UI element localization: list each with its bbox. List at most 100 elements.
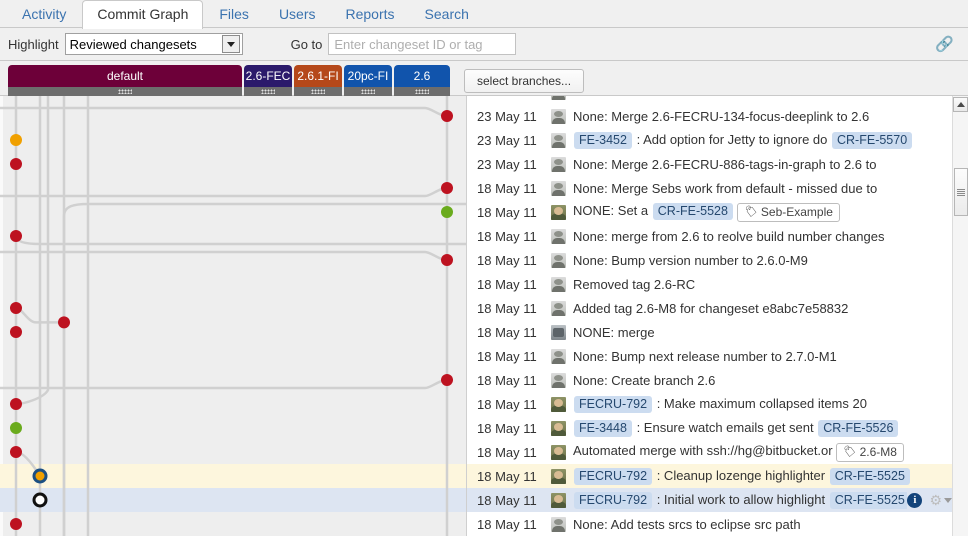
commit-message-text: Automated merge with ssh://hg@bitbucket.… [573,443,833,458]
avatar [551,421,566,436]
branch-tab-2-6-1-fi[interactable]: 2.6.1-FI [294,65,342,96]
graph-node[interactable] [36,472,45,481]
graph-canvas [0,96,466,536]
commit-message-text: Added tag 2.6-M8 for changeset e8abc7e58… [573,301,848,316]
graph-node[interactable] [441,182,453,194]
graph-node[interactable] [10,518,22,530]
table-row[interactable]: 18 May 11Added tag 2.6-M8 for changeset … [467,296,968,320]
commit-message: None: Bump next release number to 2.7.0-… [573,349,837,364]
commit-graph-content: 23 May 11None: Merge 2.6-FECRU-134-focus… [0,96,968,536]
graph-node[interactable] [36,496,45,505]
info-icon[interactable]: i [907,493,922,508]
avatar [551,445,566,460]
nav-tab-users[interactable]: Users [265,1,330,28]
branch-resize-handle[interactable] [344,87,392,96]
commit-message-text: None: Create branch 2.6 [573,373,715,388]
issue-lozenge[interactable]: FE-3452 [574,132,632,149]
table-row[interactable]: 18 May 11None: Bump version number to 2.… [467,248,968,272]
nav-tab-commit-graph[interactable]: Commit Graph [82,0,203,29]
main-navbar: ActivityCommit GraphFilesUsersReportsSea… [0,0,968,28]
nav-tab-reports[interactable]: Reports [332,1,409,28]
branch-tab-default[interactable]: default [8,65,242,96]
table-row[interactable] [467,96,968,104]
nav-tab-files[interactable]: Files [205,1,263,28]
table-row[interactable]: 23 May 11None: Merge 2.6-FECRU-886-tags-… [467,152,968,176]
graph-node[interactable] [10,302,22,314]
scroll-up-arrow[interactable] [953,97,968,112]
highlight-select[interactable]: Reviewed changesets [65,33,243,55]
table-row[interactable]: 18 May 11None: Bump next release number … [467,344,968,368]
graph-node[interactable] [441,110,453,122]
review-lozenge[interactable]: CR-FE-5528 [653,203,733,220]
vertical-scrollbar[interactable] [952,96,968,536]
commit-date: 18 May 11 [477,397,551,412]
chevron-down-icon[interactable] [944,498,952,503]
goto-changeset-input[interactable] [328,33,516,55]
graph-node[interactable] [10,422,22,434]
graph-node[interactable] [10,230,22,242]
graph-node[interactable] [441,206,453,218]
table-row[interactable]: 23 May 11FE-3452 : Add option for Jetty … [467,128,968,152]
table-row[interactable]: 18 May 11NONE: Set a CR-FE-5528🏷Seb-Exam… [467,200,968,224]
branch-resize-handle[interactable] [394,87,450,96]
gear-icon[interactable]: ⚙ [929,493,942,507]
graph-node[interactable] [10,158,22,170]
tag-pill[interactable]: 🏷Seb-Example [737,203,840,222]
commit-graph-page: ActivityCommit GraphFilesUsersReportsSea… [0,0,968,536]
issue-lozenge[interactable]: FE-3448 [574,420,632,437]
table-row[interactable]: 18 May 11None: merge from 2.6 to reolve … [467,224,968,248]
graph-node[interactable] [58,316,70,328]
review-lozenge[interactable]: CR-FE-5525 [830,468,910,485]
branch-tab-2-6[interactable]: 2.6 [394,65,450,96]
table-row[interactable]: 18 May 11Removed tag 2.6-RC [467,272,968,296]
issue-lozenge[interactable]: FECRU-792 [574,468,652,485]
nav-tab-search[interactable]: Search [411,1,483,28]
commit-date: 18 May 11 [477,493,551,508]
settings-menu-button[interactable]: ⚙ [929,493,952,507]
commit-message: None: Add tests srcs to eclipse src path [573,517,801,532]
commit-date: 18 May 11 [477,517,551,532]
link-icon[interactable]: 🔗 [935,35,954,53]
avatar [551,469,566,484]
commit-message-text: : Add option for Jetty to ignore do [637,132,828,147]
table-row[interactable]: 18 May 11None: Create branch 2.6 [467,368,968,392]
commit-date: 18 May 11 [477,253,551,268]
select-branches-button[interactable]: select branches... [464,69,584,93]
nav-tab-activity[interactable]: Activity [8,1,80,28]
tag-pill[interactable]: 🏷2.6-M8 [836,443,904,462]
table-row[interactable]: 18 May 11FE-3448 : Ensure watch emails g… [467,416,968,440]
issue-lozenge[interactable]: FECRU-792 [574,492,652,509]
commit-message: FE-3448 : Ensure watch emails get sent C… [573,420,899,437]
review-lozenge[interactable]: CR-FE-5525 [830,492,908,509]
branch-resize-handle[interactable] [294,87,342,96]
avatar [551,373,566,388]
graph-node[interactable] [10,446,22,458]
issue-lozenge[interactable]: FECRU-792 [574,396,652,413]
table-row[interactable]: 18 May 11FECRU-792 : Cleanup lozenge hig… [467,464,968,488]
table-row[interactable]: 18 May 11Automated merge with ssh://hg@b… [467,440,968,464]
tag-icon: 🏷 [743,204,757,220]
avatar [551,96,566,100]
table-row[interactable]: 18 May 11None: Merge Sebs work from defa… [467,176,968,200]
branch-tab-20pc-fi[interactable]: 20pc-FI [344,65,392,96]
revision-graph-pane[interactable] [0,96,467,536]
review-lozenge[interactable]: CR-FE-5526 [818,420,898,437]
chevron-down-icon[interactable] [222,35,240,53]
avatar [551,181,566,196]
table-row[interactable]: 18 May 11FECRU-792 : Make maximum collap… [467,392,968,416]
graph-node[interactable] [441,374,453,386]
branch-resize-handle[interactable] [8,87,242,96]
graph-node[interactable] [10,134,22,146]
table-row[interactable]: 18 May 11 FECRU-792 : Initial work to all… [467,488,968,512]
table-row[interactable]: 18 May 11NONE: merge [467,320,968,344]
scrollbar-thumb[interactable] [954,168,968,216]
commit-message-text: : Initial work to allow highlight [657,492,825,507]
review-lozenge[interactable]: CR-FE-5570 [832,132,912,149]
table-row[interactable]: 18 May 11 None: Add tests srcs to eclipse… [467,512,968,536]
graph-node[interactable] [10,398,22,410]
branch-tab-2-6-fec[interactable]: 2.6-FEC [244,65,292,96]
branch-resize-handle[interactable] [244,87,292,96]
graph-node[interactable] [441,254,453,266]
table-row[interactable]: 23 May 11None: Merge 2.6-FECRU-134-focus… [467,104,968,128]
graph-node[interactable] [10,326,22,338]
